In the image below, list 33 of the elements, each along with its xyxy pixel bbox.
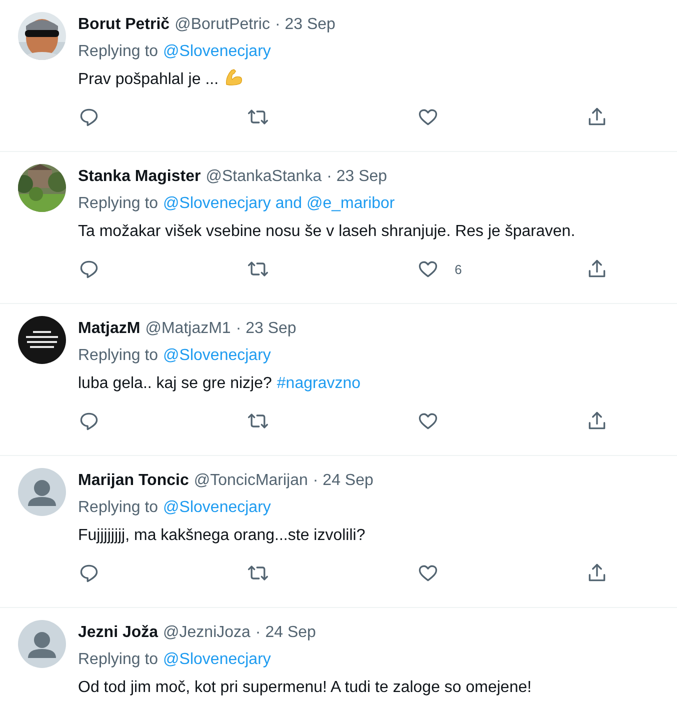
user-name[interactable]: Borut Petrič [78, 16, 170, 33]
user-name[interactable]: Jezni Joža [78, 624, 158, 641]
reply-icon[interactable] [78, 106, 100, 128]
user-name[interactable]: Stanka Magister [78, 168, 201, 185]
replying-label: Replying to [78, 651, 158, 668]
user-handle[interactable]: @StankaStanka [206, 168, 322, 185]
replying-label: Replying to [78, 499, 158, 516]
user-handle[interactable]: @JezniJoza [163, 624, 250, 641]
tweet-text: Ta možakar višek vsebine nosu še v laseh shranjuje. Res je šparaven. [78, 223, 576, 240]
tweet-text: Od tod jim moč, kot pri supermenu! A tudi te zaloge so omejene! [78, 679, 532, 696]
tweet-date[interactable]: · 23 Sep [326, 168, 388, 185]
tweet-date[interactable]: · 24 Sep [255, 624, 316, 641]
flexed-arm-icon [224, 67, 244, 87]
tweet-text: Fujjjjjjjj, ma kakšnega orang...ste izvolili? [78, 527, 366, 544]
user-name[interactable]: Marijan Toncic [78, 472, 189, 489]
tweet-text: Prav pošpahlal je ... [78, 71, 219, 88]
user-name[interactable]: MatjazM [78, 320, 140, 337]
tweet-date[interactable]: · 23 Sep [274, 16, 336, 33]
replying-label: Replying to [78, 43, 158, 60]
user-handle[interactable]: @BorutPetric [174, 16, 270, 33]
reply-icon[interactable] [78, 410, 100, 432]
reply-icon[interactable] [78, 562, 100, 584]
replying-label: Replying to [78, 347, 158, 364]
replying-label: Replying to [78, 195, 158, 212]
tweet-text: luba gela.. kaj se gre nizje? [78, 375, 272, 392]
tweet-date[interactable]: · 23 Sep [236, 320, 296, 337]
like-count: 6 [454, 262, 462, 276]
default-avatar-icon [18, 468, 66, 516]
user-handle[interactable]: @ToncicMarijan [194, 472, 308, 489]
user-handle[interactable]: @MatjazM1 [145, 320, 231, 337]
tweet-date[interactable]: · 24 Sep [312, 472, 374, 489]
reply-icon[interactable] [78, 258, 100, 280]
default-avatar-icon [18, 620, 66, 668]
